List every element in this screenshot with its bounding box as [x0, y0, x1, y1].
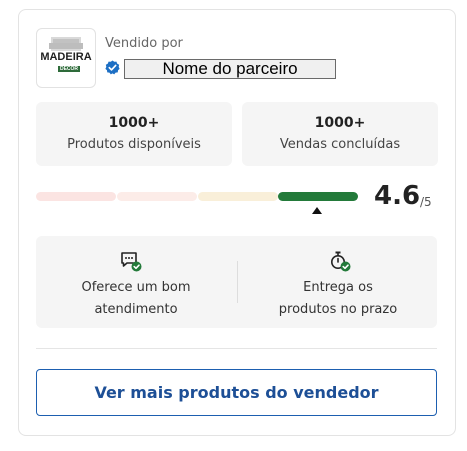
sold-by-label: Vendido por: [105, 36, 183, 51]
feature-label-line: produtos no prazo: [278, 302, 398, 317]
rating-segment-4: [278, 192, 358, 201]
completed-sales-stat: 1000+ Vendas concluídas: [242, 102, 438, 166]
stat-value: 1000+: [108, 115, 160, 131]
rating-segment-3: [198, 192, 278, 201]
logo-main-text: MADEIRA: [40, 51, 92, 63]
verified-check-icon: [105, 60, 120, 75]
partner-name[interactable]: Nome do parceiro: [124, 59, 336, 79]
feature-on-time-delivery: Entrega os produtos no prazo: [238, 236, 438, 328]
divider: [36, 348, 437, 349]
feature-label-line: atendimento: [94, 302, 178, 317]
seller-logo: MADEIRA DECOR: [36, 28, 96, 88]
chat-check-icon: [121, 252, 142, 272]
feature-label-line: Entrega os: [303, 280, 373, 295]
view-more-products-button[interactable]: Ver mais produtos do vendedor: [36, 369, 437, 416]
rating-segment-1: [36, 192, 116, 201]
feature-label-line: Oferece um bom: [81, 280, 191, 295]
logo-sub-text: DECOR: [58, 66, 80, 72]
seller-features: Oferece um bom atendimento Entrega os pr…: [36, 236, 437, 328]
stat-value: 1000+: [314, 115, 366, 131]
rating-segment-2: [117, 192, 197, 201]
stat-label: Vendas concluídas: [279, 137, 401, 152]
stopwatch-check-icon: [331, 251, 351, 272]
products-available-stat: 1000+ Produtos disponíveis: [36, 102, 232, 166]
feature-label: Entrega os produtos no prazo: [238, 277, 438, 321]
rating-value: 4.6: [374, 181, 421, 211]
feature-label: Oferece um bom atendimento: [36, 277, 236, 321]
stat-label: Produtos disponíveis: [67, 137, 201, 152]
feature-good-service: Oferece um bom atendimento: [36, 236, 236, 328]
rating-indicator-icon: [312, 207, 322, 214]
rating-max: /5: [420, 195, 432, 209]
